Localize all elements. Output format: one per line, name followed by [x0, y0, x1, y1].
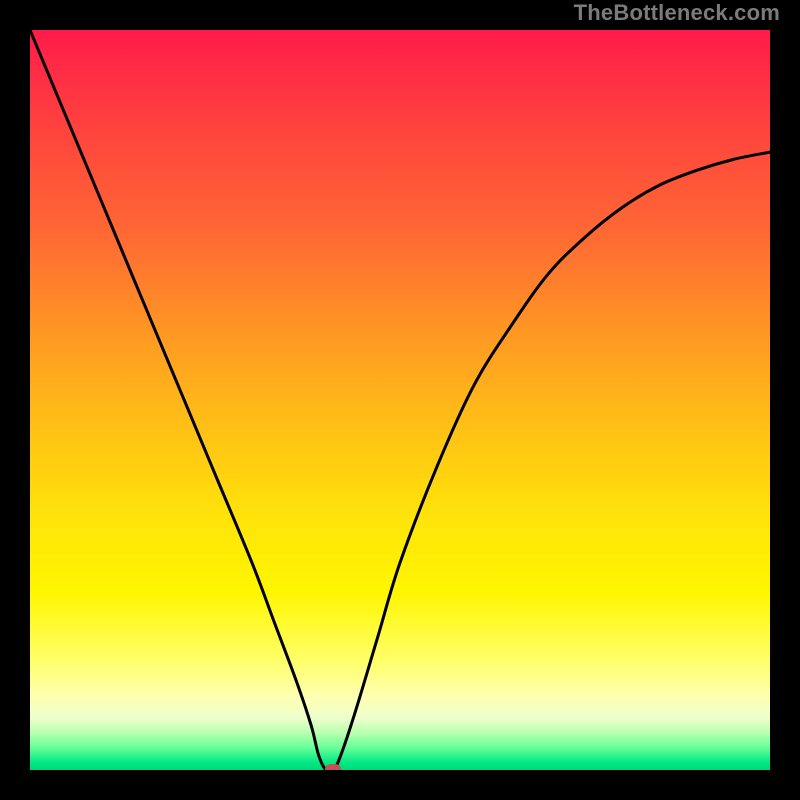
chart-frame: TheBottleneck.com	[0, 0, 800, 800]
minimum-marker	[325, 764, 341, 770]
curve-path	[30, 30, 770, 770]
watermark-text: TheBottleneck.com	[574, 0, 780, 26]
curve-svg	[30, 30, 770, 770]
plot-area	[30, 30, 770, 770]
